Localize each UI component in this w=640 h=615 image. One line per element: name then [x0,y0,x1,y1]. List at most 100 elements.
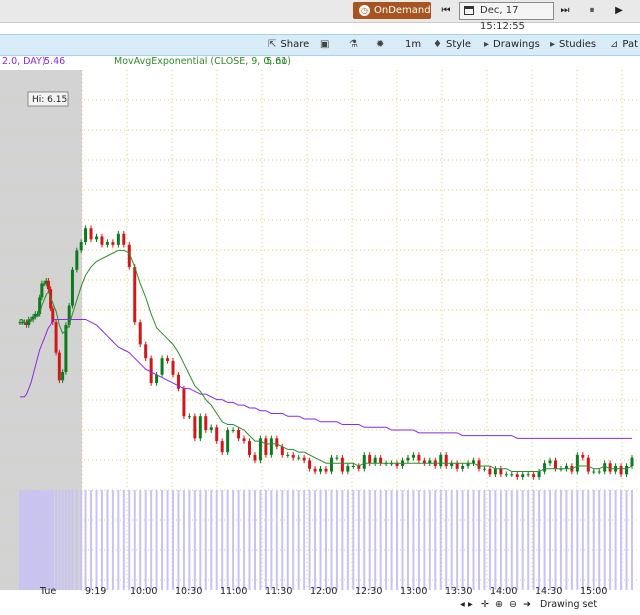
candle-body [373,457,377,464]
x-tick-label: 14:00 [490,586,518,597]
ondemand-button[interactable]: ◷ OnDemand [353,2,431,19]
crosshair-icon[interactable]: ✛ [481,599,489,610]
flask-button[interactable]: ⚗ [349,38,362,52]
volume-bar [90,490,93,590]
candle-body [362,454,366,469]
study1-value: 5.46 [44,56,66,67]
volume-bar [161,490,164,590]
volume-bar [215,490,218,590]
volume-bar [543,490,546,590]
snapshot-button[interactable]: ▣ [320,38,333,52]
volume-bar [346,490,349,590]
volume-bar [620,490,623,590]
volume-bar [335,490,338,590]
volume-bar [483,490,486,590]
snapshot-icon: ▣ [320,39,330,50]
price-chart[interactable]: Hi: 6.15 [0,70,640,590]
volume-bar [264,490,267,590]
drawings-label: Drawings [493,39,540,50]
volume-bar [166,490,169,590]
zoom-out-icon[interactable]: ⊖ [509,599,517,610]
scroll-left-icon[interactable]: ◂ [460,599,465,610]
volume-bar [488,490,491,590]
volume-bar [352,490,355,590]
volume-bar [390,490,393,590]
pause-icon[interactable]: ⏸ [584,2,600,19]
candle-body [187,416,191,418]
volume-bar [122,490,125,590]
candle-body [548,460,552,464]
candle-body [291,454,295,458]
x-tick-label: 15:00 [580,586,608,597]
candle-body [209,427,213,431]
volume-bar [270,490,273,590]
candle-body [297,457,301,459]
patterns-button[interactable]: ⊿ Pat [610,38,638,52]
date-time-field[interactable]: Dec, 17 15:12:55 [459,2,554,32]
candle-body [619,466,623,475]
volume-bar [55,490,58,590]
candle-body [461,466,465,469]
timeframe-button[interactable]: 1m [405,38,421,52]
volume-bar [111,490,114,590]
ondemand-label: OnDemand [374,5,431,16]
candle-body [275,438,279,447]
zoom-in-icon[interactable]: ⊕ [495,599,503,610]
candle-body [575,454,579,472]
studies-label: Studies [559,39,597,50]
candle-body [368,454,372,464]
candle-body [346,466,350,472]
candle-body [75,250,79,270]
candle-body [554,460,557,469]
candle-body [198,416,202,439]
x-tick-label: 13:30 [445,586,473,597]
scroll-right-icon[interactable]: ▸ [468,599,473,610]
x-tick-label: 12:30 [355,586,383,597]
candle-body [351,466,355,467]
volume-bar [319,490,322,590]
play-icon[interactable]: ▶ [612,2,626,19]
volume-bar [210,490,213,590]
volume-bar [587,490,590,590]
volume-bar [21,490,24,590]
candle-body [493,468,497,475]
studies-button[interactable]: ▸ Studies [550,38,596,52]
volume-bar [516,490,519,590]
arrow-icon[interactable]: ➜ [523,599,531,610]
volume-bar [368,490,371,590]
volume-bar [494,490,497,590]
volume-bar [144,490,147,590]
candle-body [57,352,61,381]
volume-bar [576,490,579,590]
study1-label[interactable]: 2.0, DAY) [2,55,46,69]
share-button[interactable]: ⇱ Share [268,38,309,52]
style-button[interactable]: ♦ Style [433,38,471,52]
volume-bar [43,490,46,590]
candle-body [182,388,186,417]
volume-bar [221,490,224,590]
settings-button[interactable]: ✹ [376,38,388,52]
skip-forward-icon[interactable]: ⏭ [556,2,574,19]
x-tick-label: 10:00 [130,586,158,597]
volume-bar [303,490,306,590]
candle-body [526,474,530,476]
volume-bar [341,490,344,590]
volume-bar [472,490,475,590]
chart-toolbar: ⇱ Share ▣ ⚗ ✹ 1m ♦ Style ▸ Drawings ▸ Studie… [0,34,640,56]
skip-back-icon[interactable]: ⏮ [437,2,455,19]
drawings-button[interactable]: ▸ Drawings [484,38,540,52]
volume-bar [259,490,262,590]
x-tick-label: 11:00 [220,586,248,597]
candle-body [477,460,481,469]
volume-bar [204,490,207,590]
study2-label[interactable]: MovAvgExponential (CLOSE, 9, 0, no) [114,55,291,69]
volume-bar [172,490,174,590]
volume-bar [38,490,41,590]
volume-bar [570,490,573,590]
x-tick-label: 9:19 [85,586,107,597]
volume-bar [34,490,37,590]
candle-body [79,242,83,251]
volume-bar [308,490,311,590]
candle-body [70,269,74,306]
volume-bar [23,490,26,590]
